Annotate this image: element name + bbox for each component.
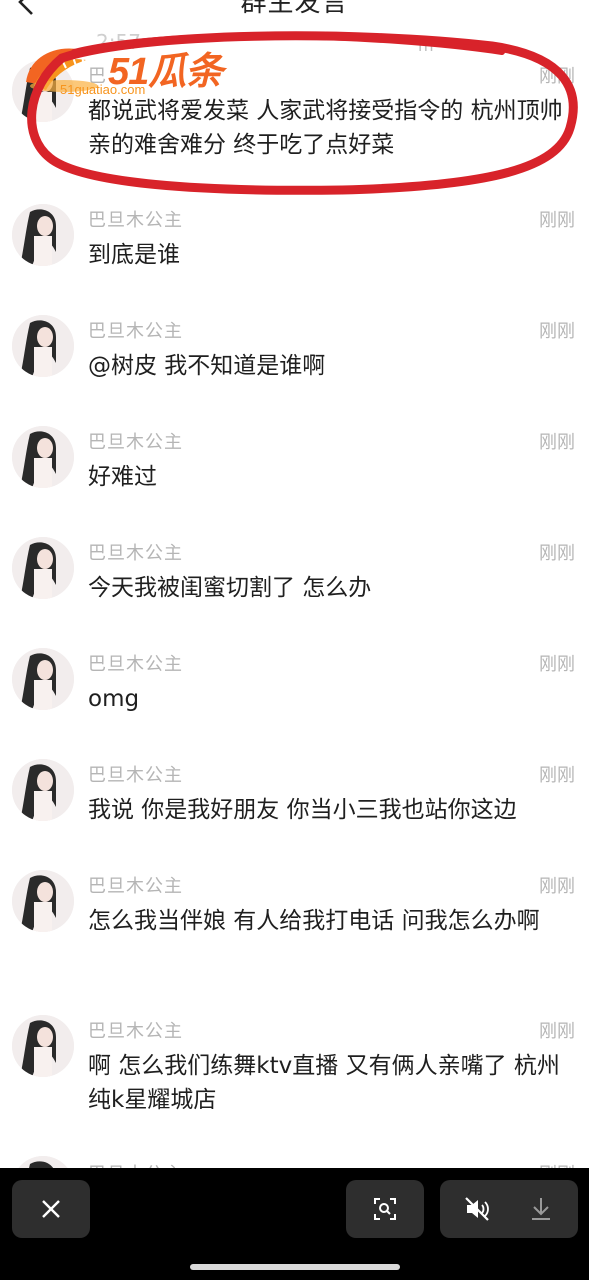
- sender-name: 巴旦木公主: [88, 1160, 183, 1168]
- download-icon[interactable]: [526, 1194, 556, 1224]
- message-text: 我说 你是我好朋友 你当小三我也站你这边: [88, 797, 517, 823]
- image-search-icon: [374, 1198, 396, 1220]
- message-time: 刚刚: [539, 1021, 575, 1042]
- message-text: 到底是谁: [88, 242, 180, 268]
- message-time: 刚刚: [539, 654, 575, 675]
- sender-name: 巴旦木公主: [88, 876, 183, 897]
- avatar[interactable]: [12, 1156, 74, 1168]
- sender-name: 巴旦木公主: [88, 1021, 183, 1042]
- message-text: 啊 怎么我们练舞ktv直播 又有俩人亲嘴了 杭州纯k星耀城店: [88, 1053, 560, 1113]
- message-time: 刚刚: [539, 543, 575, 564]
- sender-name: 巴旦木公主: [88, 210, 183, 231]
- message-text: omg: [88, 686, 140, 712]
- media-controls: [440, 1180, 578, 1238]
- close-button[interactable]: [12, 1180, 90, 1238]
- avatar[interactable]: [12, 870, 74, 932]
- page-title: 群主发言: [240, 0, 349, 18]
- avatar[interactable]: [12, 315, 74, 377]
- avatar[interactable]: [12, 1015, 74, 1077]
- avatar[interactable]: [12, 537, 74, 599]
- message-time: 刚刚: [539, 765, 575, 786]
- message-item-partial: 巴旦木公主 刚刚: [0, 1138, 589, 1168]
- close-icon: [42, 1200, 60, 1218]
- top-nav-bar: 群主发言: [0, 0, 589, 26]
- avatar[interactable]: [12, 426, 74, 488]
- message-text: @树皮 我不知道是谁啊: [88, 353, 326, 379]
- message-text: 都说武将爱发菜 人家武将接受指令的 杭州顶帅亲的难舍难分 终于吃了点好菜: [88, 98, 563, 158]
- avatar[interactable]: [12, 204, 74, 266]
- message-time: 刚刚: [539, 321, 575, 342]
- message-time: 刚刚: [539, 1160, 575, 1168]
- watermark-url: 51guatiao.com: [60, 82, 146, 97]
- message-time: 刚刚: [539, 432, 575, 453]
- sender-name: 巴旦木公主: [88, 432, 183, 453]
- image-search-button[interactable]: [346, 1180, 424, 1238]
- home-indicator: [190, 1264, 400, 1270]
- status-indicator: m: [418, 36, 434, 55]
- sender-name: 巴旦木公主: [88, 654, 183, 675]
- bottom-toolbar: [0, 1168, 589, 1280]
- message-text: 怎么我当伴娘 有人给我打电话 问我怎么办啊: [88, 908, 540, 934]
- message-time: 刚刚: [539, 66, 575, 87]
- message-time: 刚刚: [539, 210, 575, 231]
- message-text: 今天我被闺蜜切割了 怎么办: [88, 575, 372, 601]
- message-time: 刚刚: [539, 876, 575, 897]
- mute-icon[interactable]: [462, 1194, 492, 1224]
- sender-name: 巴旦木公主: [88, 321, 183, 342]
- sender-name: 巴旦木公主: [88, 543, 183, 564]
- watermark-logo: 51瓜条 51guatiao.com: [20, 36, 230, 97]
- avatar[interactable]: [12, 648, 74, 710]
- message-text: 好难过: [88, 464, 157, 490]
- sender-name: 巴旦木公主: [88, 765, 183, 786]
- avatar[interactable]: [12, 759, 74, 821]
